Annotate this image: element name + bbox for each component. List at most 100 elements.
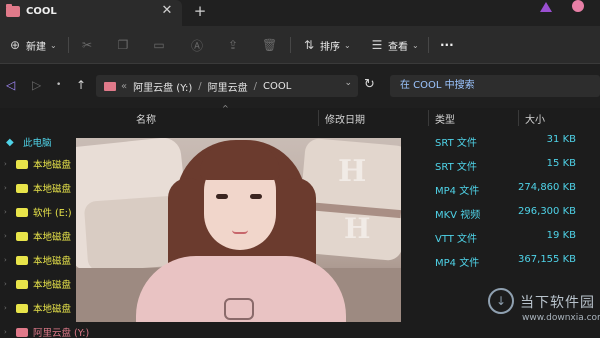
eye [216, 194, 228, 199]
breadcrumb-separator: / [198, 80, 202, 92]
file-row[interactable]: SRT 文件 31 KB [420, 128, 600, 152]
file-size: 274,860 KB [518, 182, 576, 193]
file-size: 15 KB [546, 158, 576, 169]
clipboard-icon: ▭ [153, 38, 165, 52]
chevron-down-icon: ⌄ [344, 40, 351, 50]
sort-icon: ⇅ [303, 38, 315, 52]
scissors-icon: ✂ [81, 38, 93, 52]
chevron-down-icon[interactable]: ⌄ [344, 78, 352, 88]
tab-cool[interactable]: COOL ✕ [0, 0, 182, 26]
view-button[interactable]: ☰ 查看 ⌄ [370, 37, 419, 53]
sidebar-item-label: 本地磁盘 [33, 256, 72, 267]
share-button[interactable]: ⇪ [226, 37, 240, 53]
file-type: SRT 文件 [435, 162, 477, 173]
copy-button[interactable]: ❐ [116, 37, 130, 53]
up-button[interactable]: ↑ [76, 78, 86, 92]
cloud-drive-icon [16, 327, 28, 337]
breadcrumb-overflow[interactable]: « [121, 81, 127, 92]
toolbar-divider [428, 37, 429, 53]
watermark: ↓ 当下软件园 www.downxia.com [470, 286, 600, 338]
address-bar[interactable]: « 阿里云盘 (Y:) / 阿里云盘 / COOL ⌄ [96, 75, 358, 97]
new-button[interactable]: ⊕ 新建 ⌄ [8, 37, 57, 53]
column-modified[interactable]: 修改日期 [325, 111, 365, 126]
download-logo-icon: ↓ [488, 288, 514, 314]
chevron-right-icon[interactable]: › [4, 328, 14, 336]
corner-logo [530, 0, 600, 20]
chevron-down-icon: ⌄ [412, 40, 419, 50]
breadcrumb-current[interactable]: COOL [263, 81, 291, 92]
chevron-right-icon[interactable]: › [4, 184, 14, 192]
back-button[interactable]: ◁ [6, 78, 15, 92]
drive-icon [16, 231, 28, 241]
pillow-letter-h: H [338, 154, 367, 189]
rename-button[interactable]: Ⓐ [190, 37, 204, 53]
view-label: 查看 [388, 41, 408, 53]
close-tab-icon[interactable]: ✕ [160, 4, 174, 18]
column-divider[interactable] [518, 110, 519, 126]
column-type[interactable]: 类型 [435, 111, 455, 126]
video-preview-image: H H [76, 138, 401, 322]
column-divider[interactable] [318, 110, 319, 126]
folder-icon [104, 81, 116, 91]
drive-icon [16, 255, 28, 265]
file-size: 19 KB [546, 230, 576, 241]
breadcrumb-folder[interactable]: 阿里云盘 [208, 79, 248, 94]
chevron-right-icon[interactable]: › [4, 208, 14, 216]
column-size[interactable]: 大小 [525, 111, 545, 126]
watermark-url: www.downxia.com [522, 313, 600, 323]
sort-button[interactable]: ⇅ 排序 ⌄ [302, 37, 351, 53]
file-type: MP4 文件 [435, 258, 480, 269]
sort-up-icon: ^ [222, 104, 229, 113]
more-button[interactable]: ··· [440, 37, 454, 53]
rename-icon: Ⓐ [190, 38, 203, 53]
new-tab-button[interactable]: + [192, 3, 208, 19]
forward-button[interactable]: ▷ [32, 78, 41, 92]
sidebar-item-label: 本地磁盘 [33, 280, 72, 291]
file-size: 296,300 KB [518, 206, 576, 217]
file-type: VTT 文件 [435, 234, 478, 245]
chevron-down-icon: ⌄ [50, 40, 57, 50]
cut-button[interactable]: ✂ [80, 37, 94, 53]
file-type: MP4 文件 [435, 186, 480, 197]
column-divider[interactable] [428, 110, 429, 126]
mouth [232, 230, 248, 234]
sidebar-item-label: 本地磁盘 [33, 160, 72, 171]
chevron-right-icon[interactable]: › [4, 256, 14, 264]
paste-button[interactable]: ▭ [152, 37, 166, 53]
chevron-right-icon[interactable]: › [4, 232, 14, 240]
column-header: ^ 名称 修改日期 类型 大小 [0, 104, 600, 128]
delete-button[interactable]: 🗑 [262, 37, 278, 53]
file-row[interactable]: MKV 视频 296,300 KB [420, 200, 600, 224]
sidebar-item-aliyun-drive[interactable]: › 阿里云盘 (Y:) [0, 321, 110, 338]
chevron-right-icon[interactable]: › [4, 280, 14, 288]
refresh-button[interactable]: ↻ [364, 77, 375, 92]
file-row[interactable]: MP4 文件 367,155 KB [420, 248, 600, 272]
triangle-icon [540, 2, 552, 12]
chevron-right-icon[interactable]: › [4, 160, 14, 168]
view-list-icon: ☰ [371, 38, 383, 52]
search-input[interactable]: 在 COOL 中搜索 [390, 75, 600, 97]
file-type: SRT 文件 [435, 138, 477, 149]
sidebar-item-label: 此电脑 [23, 138, 52, 149]
breadcrumb-drive[interactable]: 阿里云盘 (Y:) [133, 79, 192, 94]
title-bar: COOL ✕ + [0, 0, 600, 26]
file-row[interactable]: SRT 文件 15 KB [420, 152, 600, 176]
circle-icon [572, 0, 584, 12]
file-row[interactable]: MP4 文件 274,860 KB [420, 176, 600, 200]
file-size: 31 KB [546, 134, 576, 145]
share-icon: ⇪ [227, 38, 239, 52]
file-row[interactable]: VTT 文件 19 KB [420, 224, 600, 248]
history-dot[interactable]: • [56, 80, 61, 90]
command-bar: ⊕ 新建 ⌄ ✂ ❐ ▭ Ⓐ ⇪ 🗑 ⇅ 排序 ⌄ ☰ 查看 ⌄ ··· [0, 26, 600, 64]
trash-icon: 🗑 [262, 38, 278, 52]
sidebar-item-label: 本地磁盘 [33, 304, 72, 315]
sweater-motif [224, 298, 254, 320]
drive-icon [16, 303, 28, 313]
sidebar-item-label: 软件 (E:) [33, 208, 72, 219]
chevron-right-icon[interactable]: › [4, 304, 14, 312]
folder-icon [6, 4, 20, 17]
column-name[interactable]: 名称 [136, 111, 156, 126]
drive-icon [16, 279, 28, 289]
toolbar-divider [68, 37, 69, 53]
more-icon: ··· [440, 38, 454, 52]
